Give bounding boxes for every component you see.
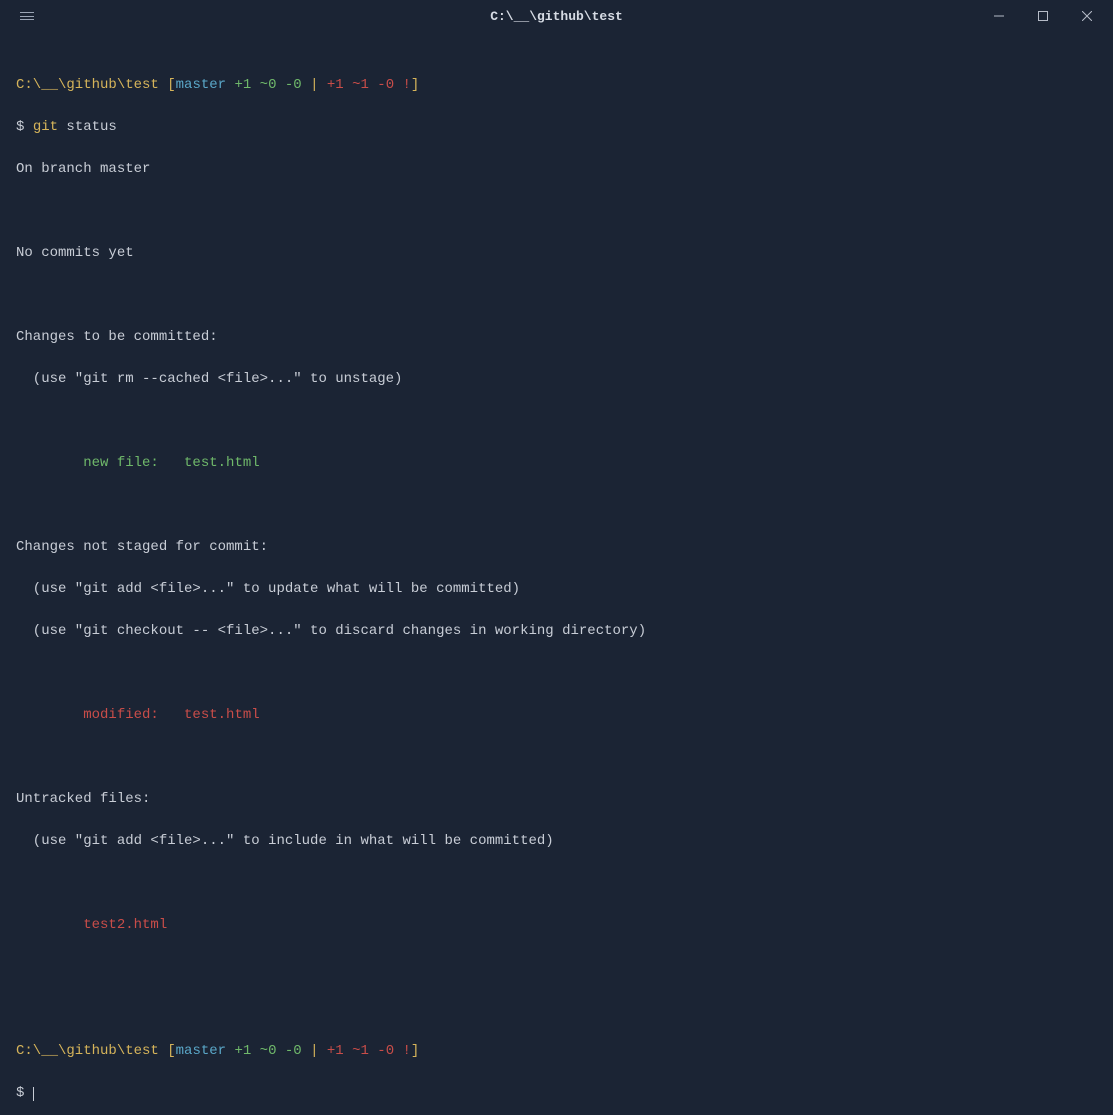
out-untracked: Untracked files:: [16, 792, 1097, 806]
out-newfile: new file: test.html: [16, 456, 1097, 470]
out-nocommits: No commits yet: [16, 246, 1097, 260]
cmd-git: git: [33, 119, 67, 135]
blank-line: [16, 414, 1097, 428]
blank-line: [16, 288, 1097, 302]
terminal-area[interactable]: C:\__\github\test [master +1 ~0 -0 | +1 …: [0, 32, 1113, 1115]
prompt-close-bracket: ]: [411, 77, 419, 93]
window-controls: [977, 1, 1109, 31]
prompt-branch: master: [176, 77, 226, 93]
out-modified: modified: test.html: [16, 708, 1097, 722]
prompt-unstaged: +1 ~1 -0 !: [318, 77, 410, 93]
window-titlebar: C:\__\github\test: [0, 0, 1113, 32]
prompt-staged: +1 ~0 -0: [226, 77, 310, 93]
newfile-name: test.html: [184, 455, 260, 471]
window-title: C:\__\github\test: [490, 9, 623, 24]
prompt-line-2: C:\__\github\test [master +1 ~0 -0 | +1 …: [16, 1044, 1097, 1058]
prompt-sep: |: [310, 1043, 318, 1059]
prompt-symbol: $: [16, 119, 33, 135]
prompt-open-bracket: [: [159, 77, 176, 93]
blank-line: [16, 498, 1097, 512]
out-use-add-include: (use "git add <file>..." to include in w…: [16, 834, 1097, 848]
cursor-icon: [33, 1087, 34, 1101]
prompt-staged: +1 ~0 -0: [226, 1043, 310, 1059]
command-line: $ git status: [16, 120, 1097, 134]
blank-line: [16, 666, 1097, 680]
blank-line: [16, 750, 1097, 764]
modified-name: test.html: [184, 707, 260, 723]
out-untracked-name: test2.html: [16, 918, 1097, 932]
prompt-close-bracket: ]: [411, 1043, 419, 1059]
cmd-status: status: [66, 119, 116, 135]
out-use-checkout: (use "git checkout -- <file>..." to disc…: [16, 624, 1097, 638]
maximize-button[interactable]: [1021, 1, 1065, 31]
blank-line: [16, 1002, 1097, 1016]
blank-line: [16, 876, 1097, 890]
prompt-path: C:\__\github\test: [16, 77, 159, 93]
prompt-unstaged: +1 ~1 -0 !: [318, 1043, 410, 1059]
active-prompt: $: [16, 1086, 1097, 1101]
newfile-label: new file:: [16, 455, 184, 471]
titlebar-left: [4, 6, 40, 26]
hamburger-icon[interactable]: [14, 6, 40, 26]
modified-label: modified:: [16, 707, 184, 723]
prompt-line: C:\__\github\test [master +1 ~0 -0 | +1 …: [16, 78, 1097, 92]
close-button[interactable]: [1065, 1, 1109, 31]
out-use-add-update: (use "git add <file>..." to update what …: [16, 582, 1097, 596]
prompt-path: C:\__\github\test: [16, 1043, 159, 1059]
out-branch: On branch master: [16, 162, 1097, 176]
minimize-button[interactable]: [977, 1, 1021, 31]
prompt-open-bracket: [: [159, 1043, 176, 1059]
prompt-symbol: $: [16, 1085, 33, 1101]
blank-line: [16, 204, 1097, 218]
blank-line: [16, 960, 1097, 974]
prompt-branch: master: [176, 1043, 226, 1059]
out-changes-committed: Changes to be committed:: [16, 330, 1097, 344]
out-use-rm: (use "git rm --cached <file>..." to unst…: [16, 372, 1097, 386]
out-changes-notstaged: Changes not staged for commit:: [16, 540, 1097, 554]
